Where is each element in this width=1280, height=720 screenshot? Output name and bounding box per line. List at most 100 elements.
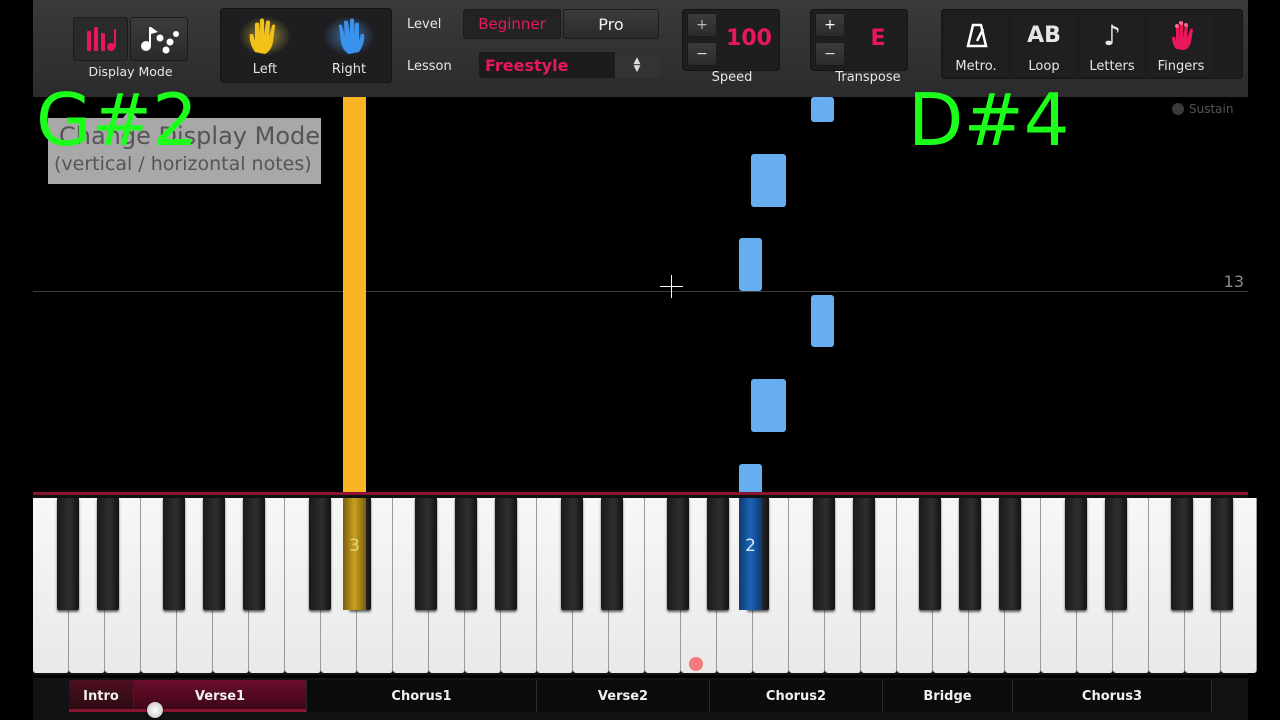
speed-value: 100 [726,26,772,51]
black-key[interactable] [97,498,119,610]
black-key[interactable] [853,498,875,610]
plus-icon: + [824,17,836,33]
section-chorus3[interactable]: Chorus3 [1013,680,1212,712]
black-key[interactable] [813,498,835,610]
level-pro-label: Pro [598,14,624,34]
section-chorus2[interactable]: Chorus2 [710,680,883,712]
right-hand-note [751,379,786,432]
section-verse2[interactable]: Verse2 [537,680,710,712]
fingers-label: Fingers [1157,59,1205,74]
loop-button[interactable]: AB Loop [1011,11,1077,77]
transpose-value: E [870,26,886,51]
metronome-icon [966,23,988,48]
metronome-label: Metro. [955,59,997,74]
transpose-minus-button[interactable]: − [815,42,845,66]
black-key[interactable] [203,498,225,610]
display-mode-vertical-button[interactable] [73,17,128,61]
vertical-notes-icon [86,27,116,51]
level-beginner-label: Beginner [478,15,546,33]
black-key[interactable] [243,498,265,610]
section-label: Verse1 [194,688,246,704]
right-hand-note [739,464,762,493]
right-hand-note [811,295,834,347]
section-chorus1[interactable]: Chorus1 [307,680,537,712]
speed-plus-button[interactable]: + [687,13,717,37]
loop-icon: AB [1027,23,1061,48]
black-key[interactable] [707,498,729,610]
right-hand-note [751,154,786,207]
black-key[interactable] [495,498,517,610]
black-key[interactable] [919,498,941,610]
fingers-hand-icon [1172,21,1193,50]
right-hand-note [811,97,834,122]
song-sections-bar: Intro Verse1 Chorus1 Verse2 Chorus2 Brid… [33,678,1248,720]
black-key[interactable] [57,498,79,610]
section-label: Intro [83,688,119,704]
letters-button[interactable]: ♪ Letters [1079,11,1145,77]
left-hand-pressed-key: 3 [343,498,366,610]
crosshair-cursor-icon [660,275,683,298]
speed-minus-button[interactable]: − [687,42,717,66]
plus-icon: + [696,17,708,33]
minus-icon: − [696,46,708,62]
speed-label: Speed [711,70,753,85]
lesson-select[interactable]: Freestyle ▲ ▼ [479,52,659,78]
horizontal-notes-icon [141,27,179,54]
measure-line [33,291,1248,292]
black-key[interactable] [999,498,1021,610]
black-key[interactable] [415,498,437,610]
level-beginner-button[interactable]: Beginner [463,9,561,39]
black-key[interactable] [1105,498,1127,610]
section-label: Chorus2 [765,688,827,704]
sustain-label: Sustain [1189,102,1234,116]
piano-app: Display Mode Left Right Level Beginner P… [0,0,1280,720]
section-label: Chorus3 [1081,688,1143,704]
black-key[interactable] [455,498,477,610]
lesson-value: Freestyle [485,55,569,75]
finger-number: 2 [745,536,756,556]
right-hand-button[interactable]: Right [321,14,377,78]
display-mode-horizontal-button[interactable] [130,17,188,61]
letters-note-icon: ♪ [1103,19,1121,52]
black-key[interactable] [561,498,583,610]
section-intro[interactable]: Intro [69,680,134,712]
sustain-dot-icon [1172,103,1184,115]
right-hand-note [739,238,762,291]
finger-number: 3 [349,536,360,556]
black-key[interactable] [1211,498,1233,610]
fingers-button[interactable]: Fingers [1147,11,1215,77]
section-label: Bridge [923,688,972,704]
black-key[interactable] [959,498,981,610]
section-label: Chorus1 [391,688,452,704]
left-note-overlay: G#2 [36,78,198,162]
level-label: Level [407,17,442,32]
transpose-plus-button[interactable]: + [815,13,845,37]
right-hand-label: Right [331,62,367,77]
section-label: Verse2 [597,688,649,704]
middle-c-marker [689,657,703,671]
black-key[interactable] [309,498,331,610]
right-note-overlay: D#4 [908,78,1070,162]
right-hand-icon [323,16,375,56]
left-hand-button[interactable]: Left [237,14,293,78]
black-key[interactable] [601,498,623,610]
progress-slider-thumb[interactable] [147,702,163,718]
select-arrows-icon: ▲ ▼ [615,52,659,78]
level-pro-button[interactable]: Pro [563,9,659,39]
measure-number: 13 [1223,272,1244,291]
black-key[interactable] [1065,498,1087,610]
section-bridge[interactable]: Bridge [883,680,1013,712]
black-key[interactable] [667,498,689,610]
black-key[interactable] [1171,498,1193,610]
display-mode-label: Display Mode [88,64,173,79]
progress-track [69,709,306,712]
sustain-indicator[interactable]: Sustain [1172,102,1233,116]
transpose-label: Transpose [835,70,901,85]
black-key[interactable] [163,498,185,610]
metronome-button[interactable]: Metro. [943,11,1009,77]
minus-icon: − [824,46,836,62]
loop-label: Loop [1028,59,1060,74]
left-hand-icon [239,16,291,56]
letters-label: Letters [1089,59,1135,74]
piano-keyboard: 32 [33,492,1257,675]
